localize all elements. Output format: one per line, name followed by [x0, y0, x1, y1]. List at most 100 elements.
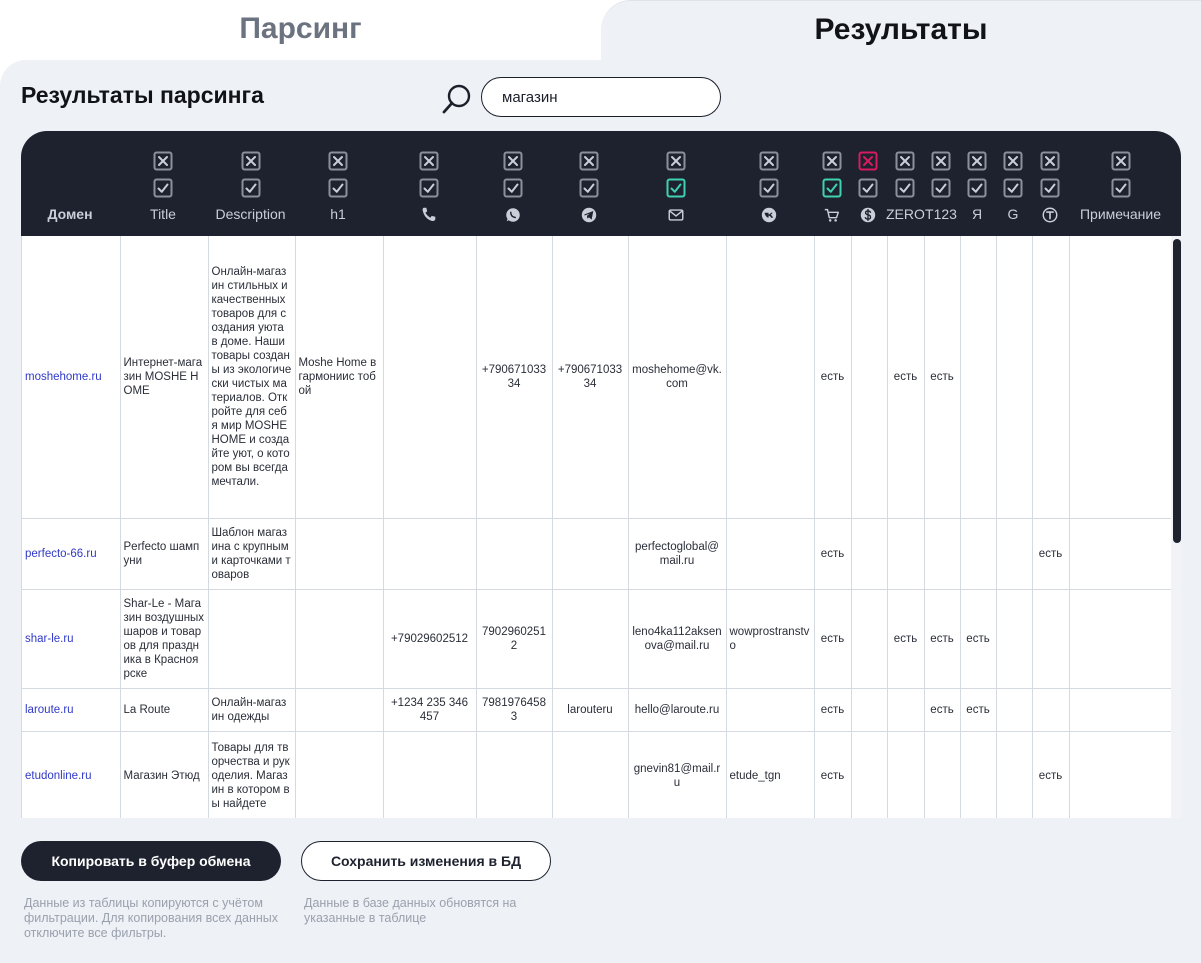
cell-h1[interactable]	[295, 731, 384, 818]
cell-zero[interactable]	[887, 688, 925, 732]
exclude-filter-checkbox[interactable]	[503, 151, 523, 171]
cell-pay[interactable]	[851, 236, 888, 519]
cell-whatsapp[interactable]: 79029602512	[476, 589, 553, 689]
cell-title[interactable]: Shar-Le - Магазин воздушных шаров и това…	[120, 589, 209, 689]
cell-vk[interactable]	[726, 688, 815, 732]
table-row[interactable]: shar-le.ru Shar-Le - Магазин воздушных ша…	[22, 589, 1175, 689]
cell-description[interactable]	[208, 589, 296, 689]
cell-zero[interactable]: есть	[887, 589, 925, 689]
cell-whatsapp[interactable]: +79067103334	[476, 236, 553, 519]
cell-vk[interactable]: etude_tgn	[726, 731, 815, 818]
cell-domain[interactable]: etudonline.ru	[22, 731, 121, 818]
cell-g[interactable]	[996, 236, 1033, 519]
exclude-filter-checkbox[interactable]	[895, 151, 915, 171]
exclude-filter-checkbox[interactable]	[579, 151, 599, 171]
exclude-filter-checkbox[interactable]	[822, 151, 842, 171]
include-filter-checkbox[interactable]	[1111, 178, 1131, 198]
include-filter-checkbox[interactable]	[858, 178, 878, 198]
cell-domain[interactable]: shar-le.ru	[22, 589, 121, 689]
include-filter-checkbox[interactable]	[1003, 178, 1023, 198]
cell-phone[interactable]	[383, 236, 477, 519]
cell-t123[interactable]	[924, 518, 961, 590]
cell-t[interactable]: есть	[1032, 731, 1070, 818]
table-row[interactable]: moshehome.ru Интернет-магазин MOSHE HOME О…	[22, 236, 1175, 519]
cell-note[interactable]	[1069, 731, 1175, 818]
cell-description[interactable]: Онлайн-магазин одежды	[208, 688, 296, 732]
include-filter-checkbox[interactable]	[419, 178, 439, 198]
cell-vk[interactable]	[726, 236, 815, 519]
cell-ya[interactable]	[960, 236, 997, 519]
table-row[interactable]: laroute.ru La Route Онлайн-магазин одежды +…	[22, 688, 1175, 732]
cell-h1[interactable]	[295, 589, 384, 689]
cell-whatsapp[interactable]	[476, 731, 553, 818]
exclude-filter-checkbox[interactable]	[1003, 151, 1023, 171]
cell-t123[interactable]: есть	[924, 688, 961, 732]
tab-results[interactable]: Результаты	[601, 0, 1201, 62]
include-filter-checkbox[interactable]	[967, 178, 987, 198]
cell-ya[interactable]	[960, 518, 997, 590]
cell-phone[interactable]	[383, 518, 477, 590]
cell-t123[interactable]: есть	[924, 589, 961, 689]
cell-cart[interactable]: есть	[814, 731, 852, 818]
cell-note[interactable]	[1069, 236, 1175, 519]
include-filter-checkbox[interactable]	[328, 178, 348, 198]
save-to-db-button[interactable]: Сохранить изменения в БД	[301, 841, 551, 881]
cell-email[interactable]: gnevin81@mail.ru	[628, 731, 727, 818]
cell-title[interactable]: La Route	[120, 688, 209, 732]
cell-domain[interactable]: laroute.ru	[22, 688, 121, 732]
cell-phone[interactable]	[383, 731, 477, 818]
exclude-filter-checkbox[interactable]	[967, 151, 987, 171]
cell-email[interactable]: moshehome@vk.com	[628, 236, 727, 519]
exclude-filter-checkbox[interactable]	[241, 151, 261, 171]
cell-t[interactable]	[1032, 236, 1070, 519]
cell-h1[interactable]	[295, 518, 384, 590]
cell-telegram[interactable]	[552, 518, 629, 590]
cell-title[interactable]: Интернет-магазин MOSHE HOME	[120, 236, 209, 519]
cell-t123[interactable]: есть	[924, 236, 961, 519]
exclude-filter-checkbox[interactable]	[858, 151, 878, 171]
cell-whatsapp[interactable]: 79819764583	[476, 688, 553, 732]
include-filter-checkbox[interactable]	[895, 178, 915, 198]
cell-cart[interactable]: есть	[814, 589, 852, 689]
include-filter-checkbox[interactable]	[153, 178, 173, 198]
cell-cart[interactable]: есть	[814, 688, 852, 732]
cell-pay[interactable]	[851, 589, 888, 689]
cell-cart[interactable]: есть	[814, 236, 852, 519]
exclude-filter-checkbox[interactable]	[931, 151, 951, 171]
cell-t[interactable]	[1032, 688, 1070, 732]
cell-description[interactable]: Онлайн-магазин стильных и качественных т…	[208, 236, 296, 519]
cell-note[interactable]	[1069, 688, 1175, 732]
cell-domain[interactable]: perfecto-66.ru	[22, 518, 121, 590]
cell-description[interactable]: Шаблон магазина с крупными карточками то…	[208, 518, 296, 590]
include-filter-checkbox[interactable]	[931, 178, 951, 198]
cell-phone[interactable]: +1234 235 346 457	[383, 688, 477, 732]
cell-vk[interactable]: wowprostranstvo	[726, 589, 815, 689]
cell-pay[interactable]	[851, 518, 888, 590]
cell-pay[interactable]	[851, 731, 888, 818]
exclude-filter-checkbox[interactable]	[328, 151, 348, 171]
cell-phone[interactable]: +79029602512	[383, 589, 477, 689]
exclude-filter-checkbox[interactable]	[153, 151, 173, 171]
exclude-filter-checkbox[interactable]	[1111, 151, 1131, 171]
cell-description[interactable]: Товары для творчества и рукоделия. Магаз…	[208, 731, 296, 818]
exclude-filter-checkbox[interactable]	[1040, 151, 1060, 171]
cell-t123[interactable]	[924, 731, 961, 818]
cell-zero[interactable]	[887, 518, 925, 590]
cell-g[interactable]	[996, 518, 1033, 590]
cell-note[interactable]	[1069, 589, 1175, 689]
cell-zero[interactable]: есть	[887, 236, 925, 519]
cell-email[interactable]: leno4ka112aksenova@mail.ru	[628, 589, 727, 689]
include-filter-checkbox[interactable]	[241, 178, 261, 198]
cell-domain[interactable]: moshehome.ru	[22, 236, 121, 519]
table-scrollbar-thumb[interactable]	[1173, 239, 1181, 543]
cell-cart[interactable]: есть	[814, 518, 852, 590]
cell-ya[interactable]: есть	[960, 589, 997, 689]
include-filter-checkbox[interactable]	[666, 178, 686, 198]
table-row[interactable]: perfecto-66.ru Perfecto шампуни Шаблон маг…	[22, 518, 1175, 590]
cell-telegram[interactable]: +79067103334	[552, 236, 629, 519]
cell-title[interactable]: Perfecto шампуни	[120, 518, 209, 590]
cell-ya[interactable]	[960, 731, 997, 818]
exclude-filter-checkbox[interactable]	[419, 151, 439, 171]
cell-email[interactable]: perfectoglobal@mail.ru	[628, 518, 727, 590]
cell-vk[interactable]	[726, 518, 815, 590]
